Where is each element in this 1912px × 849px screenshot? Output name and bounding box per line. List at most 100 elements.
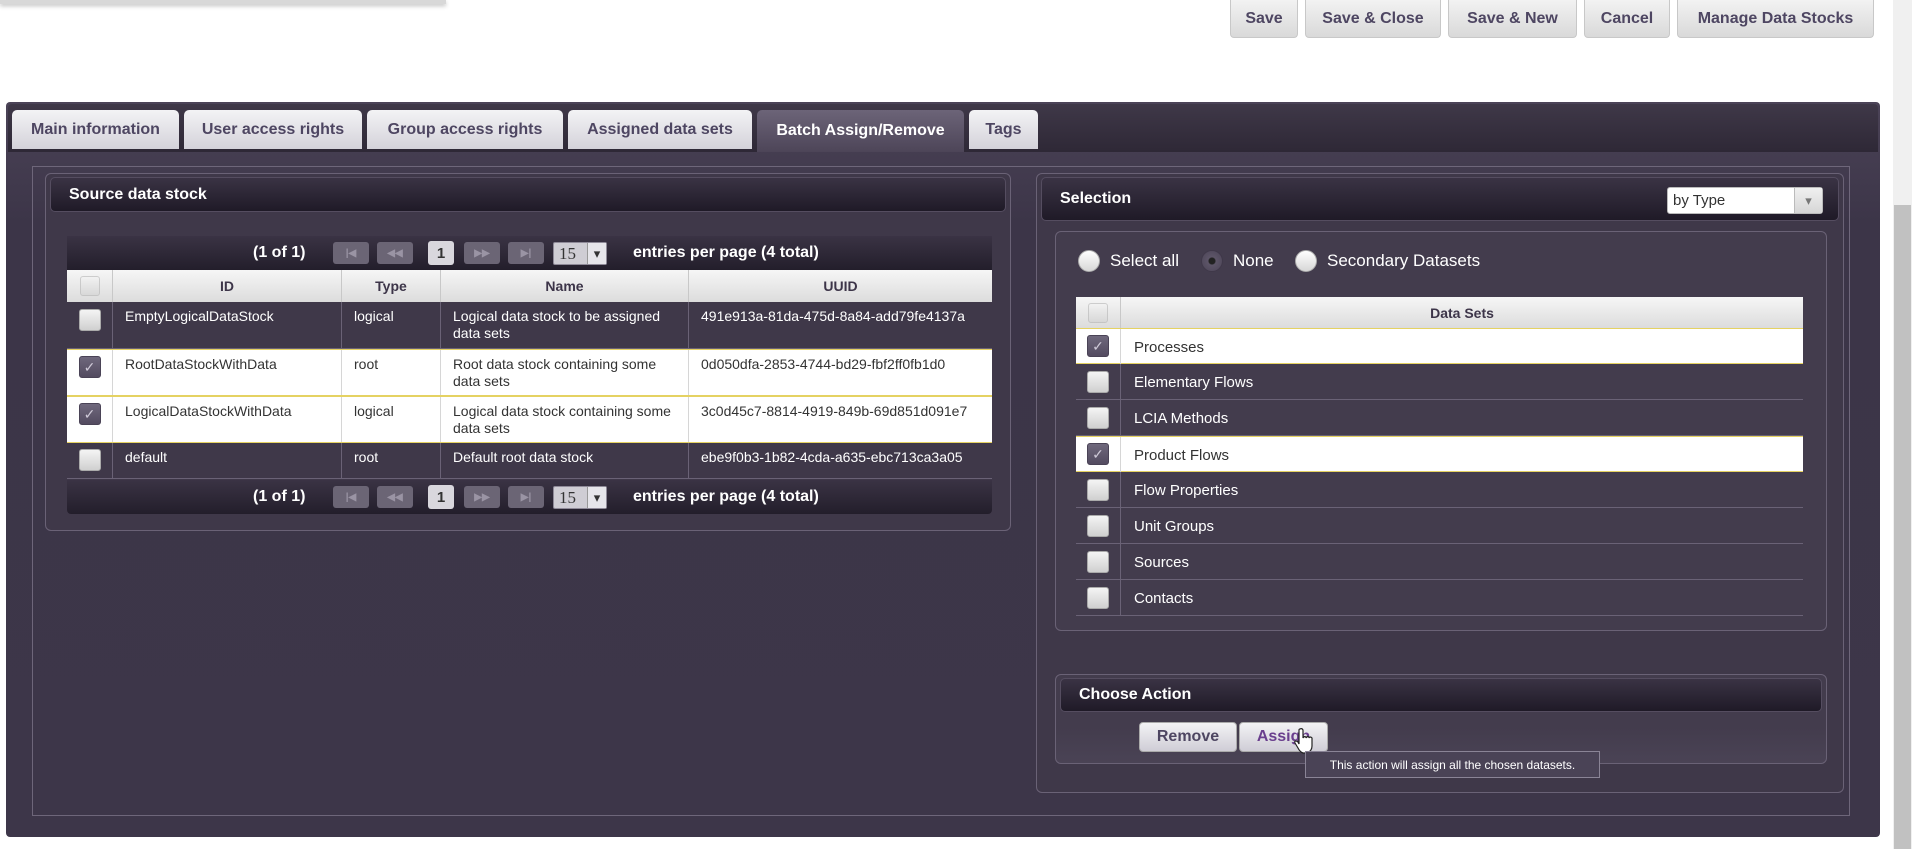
- table-row[interactable]: ✓ LogicalDataStockWithData logical Logic…: [67, 396, 992, 443]
- first-page-icon[interactable]: |◀: [333, 242, 369, 264]
- list-item-label: Processes: [1134, 338, 1205, 356]
- column-name[interactable]: Name: [441, 270, 689, 302]
- row-name: Logical data stock to be assigned data s…: [441, 302, 689, 349]
- list-item-flow-properties[interactable]: Flow Properties: [1076, 472, 1803, 508]
- list-item-label: LCIA Methods: [1134, 409, 1229, 427]
- data-sets-header: Data Sets: [1076, 297, 1803, 328]
- chevron-down-icon: ▾: [587, 243, 606, 264]
- per-page-value: 15: [559, 488, 576, 507]
- flow-properties-checkbox[interactable]: [1087, 479, 1109, 501]
- table-row[interactable]: EmptyLogicalDataStock logical Logical da…: [67, 302, 992, 349]
- row-name: Logical data stock containing some data …: [441, 397, 689, 442]
- last-page-icon[interactable]: ▶|: [508, 486, 544, 508]
- first-page-icon[interactable]: |◀: [333, 486, 369, 508]
- assign-tooltip: This action will assign all the chosen d…: [1305, 751, 1600, 778]
- chevron-down-icon: ▾: [1794, 188, 1822, 213]
- processes-checkbox[interactable]: ✓: [1087, 335, 1109, 357]
- none-radio[interactable]: [1201, 250, 1223, 272]
- tab-batch-assign-remove[interactable]: Batch Assign/Remove: [757, 110, 964, 152]
- list-item-lcia-methods[interactable]: LCIA Methods: [1076, 400, 1803, 436]
- top-panel-edge: [0, 0, 446, 4]
- elementary-flows-checkbox[interactable]: [1087, 371, 1109, 393]
- prev-page-icon[interactable]: ◀◀: [377, 242, 413, 264]
- tab-group-access-rights[interactable]: Group access rights: [367, 110, 563, 149]
- page-number-button[interactable]: 1: [428, 485, 454, 509]
- header-checkbox[interactable]: [1088, 302, 1108, 323]
- row-id: EmptyLogicalDataStock: [113, 302, 342, 349]
- none-label[interactable]: None: [1233, 251, 1274, 271]
- prev-page-icon[interactable]: ◀◀: [377, 486, 413, 508]
- row-uuid: ebe9f0b3-1b82-4cda-a635-ebc713ca3a05: [701, 449, 963, 465]
- row-checkbox[interactable]: [78, 449, 101, 471]
- tab-user-access-rights[interactable]: User access rights: [184, 110, 362, 149]
- lcia-methods-checkbox[interactable]: [1087, 407, 1109, 429]
- list-item-contacts[interactable]: Contacts: [1076, 580, 1803, 616]
- row-checkbox-checked[interactable]: ✓: [78, 356, 101, 378]
- tab-main-information[interactable]: Main information: [12, 110, 179, 149]
- select-all-column: [1076, 297, 1121, 328]
- list-item-sources[interactable]: Sources: [1076, 544, 1803, 580]
- source-panel-title: Source data stock: [69, 185, 207, 203]
- source-table-header: ID Type Name UUID: [67, 270, 992, 302]
- page-number-button[interactable]: 1: [428, 241, 454, 265]
- unit-groups-checkbox[interactable]: [1087, 515, 1109, 537]
- list-item-label: Sources: [1134, 553, 1190, 571]
- column-type[interactable]: Type: [342, 270, 441, 302]
- list-item-label: Flow Properties: [1134, 481, 1239, 499]
- row-id: RootDataStockWithData: [113, 350, 342, 395]
- row-checkbox-checked[interactable]: ✓: [78, 403, 101, 425]
- choose-action-title: Choose Action: [1079, 686, 1192, 703]
- last-page-icon[interactable]: ▶|: [508, 242, 544, 264]
- pager-status: (1 of 1): [253, 488, 306, 505]
- page-scrollbar-thumb[interactable]: [1894, 205, 1911, 849]
- save-button[interactable]: Save: [1230, 0, 1298, 38]
- tab-tags[interactable]: Tags: [969, 110, 1038, 149]
- table-row[interactable]: default root Default root data stock ebe…: [67, 443, 992, 479]
- save-close-button[interactable]: Save & Close: [1305, 0, 1441, 38]
- list-item-product-flows[interactable]: ✓ Product Flows: [1076, 436, 1803, 473]
- secondary-datasets-radio[interactable]: [1295, 250, 1317, 272]
- row-name: Root data stock containing some data set…: [441, 350, 689, 395]
- selection-mode-select[interactable]: by Type ▾: [1667, 187, 1823, 214]
- sources-checkbox[interactable]: [1087, 551, 1109, 573]
- list-item-label: Product Flows: [1134, 446, 1230, 464]
- next-page-icon[interactable]: ▶▶: [464, 486, 500, 508]
- list-item-elementary-flows[interactable]: Elementary Flows: [1076, 364, 1803, 400]
- list-item-unit-groups[interactable]: Unit Groups: [1076, 508, 1803, 544]
- per-page-value: 15: [559, 244, 576, 263]
- source-pager-top: (1 of 1) |◀ ◀◀ 1 ▶▶ ▶| 15 ▾ entries per …: [67, 236, 992, 270]
- table-row[interactable]: ✓ RootDataStockWithData root Root data s…: [67, 349, 992, 396]
- data-sets-list: ✓ Processes Elementary Flows LCIA Method…: [1076, 328, 1803, 620]
- per-page-select[interactable]: 15 ▾: [553, 242, 607, 265]
- next-page-icon[interactable]: ▶▶: [464, 242, 500, 264]
- column-data-sets[interactable]: Data Sets: [1121, 297, 1803, 328]
- row-checkbox[interactable]: [78, 309, 101, 331]
- tab-assigned-data-sets[interactable]: Assigned data sets: [568, 110, 752, 149]
- selection-panel-title: Selection: [1060, 190, 1132, 207]
- header-checkbox[interactable]: [79, 276, 100, 296]
- manage-data-stocks-button[interactable]: Manage Data Stocks: [1677, 0, 1874, 38]
- per-page-select[interactable]: 15 ▾: [553, 486, 607, 509]
- list-item-processes[interactable]: ✓ Processes: [1076, 328, 1803, 365]
- row-type: root: [342, 350, 441, 395]
- select-all-label[interactable]: Select all: [1110, 251, 1179, 271]
- select-all-column: [67, 270, 113, 302]
- pager-status: (1 of 1): [253, 244, 306, 261]
- list-item-label: Elementary Flows: [1134, 373, 1254, 391]
- row-id: LogicalDataStockWithData: [113, 397, 342, 442]
- cancel-button[interactable]: Cancel: [1584, 0, 1670, 38]
- source-data-stock-panel: Source data stock (1 of 1) |◀ ◀◀ 1 ▶▶ ▶|…: [45, 173, 1011, 531]
- choose-action-header: Choose Action: [1060, 678, 1822, 712]
- contacts-checkbox[interactable]: [1087, 587, 1109, 609]
- column-id[interactable]: ID: [113, 270, 342, 302]
- product-flows-checkbox[interactable]: ✓: [1087, 443, 1109, 465]
- secondary-datasets-label[interactable]: Secondary Datasets: [1327, 251, 1480, 271]
- row-uuid: 491e913a-81da-475d-8a84-add79fe4137a: [701, 308, 965, 324]
- select-all-radio[interactable]: [1078, 250, 1100, 272]
- row-name: Default root data stock: [441, 443, 689, 479]
- save-new-button[interactable]: Save & New: [1448, 0, 1577, 38]
- list-item-label: Contacts: [1134, 589, 1194, 607]
- selection-panel: Selection by Type ▾ Select all None Seco…: [1036, 173, 1844, 793]
- column-uuid[interactable]: UUID: [689, 270, 992, 302]
- remove-button[interactable]: Remove: [1139, 722, 1237, 752]
